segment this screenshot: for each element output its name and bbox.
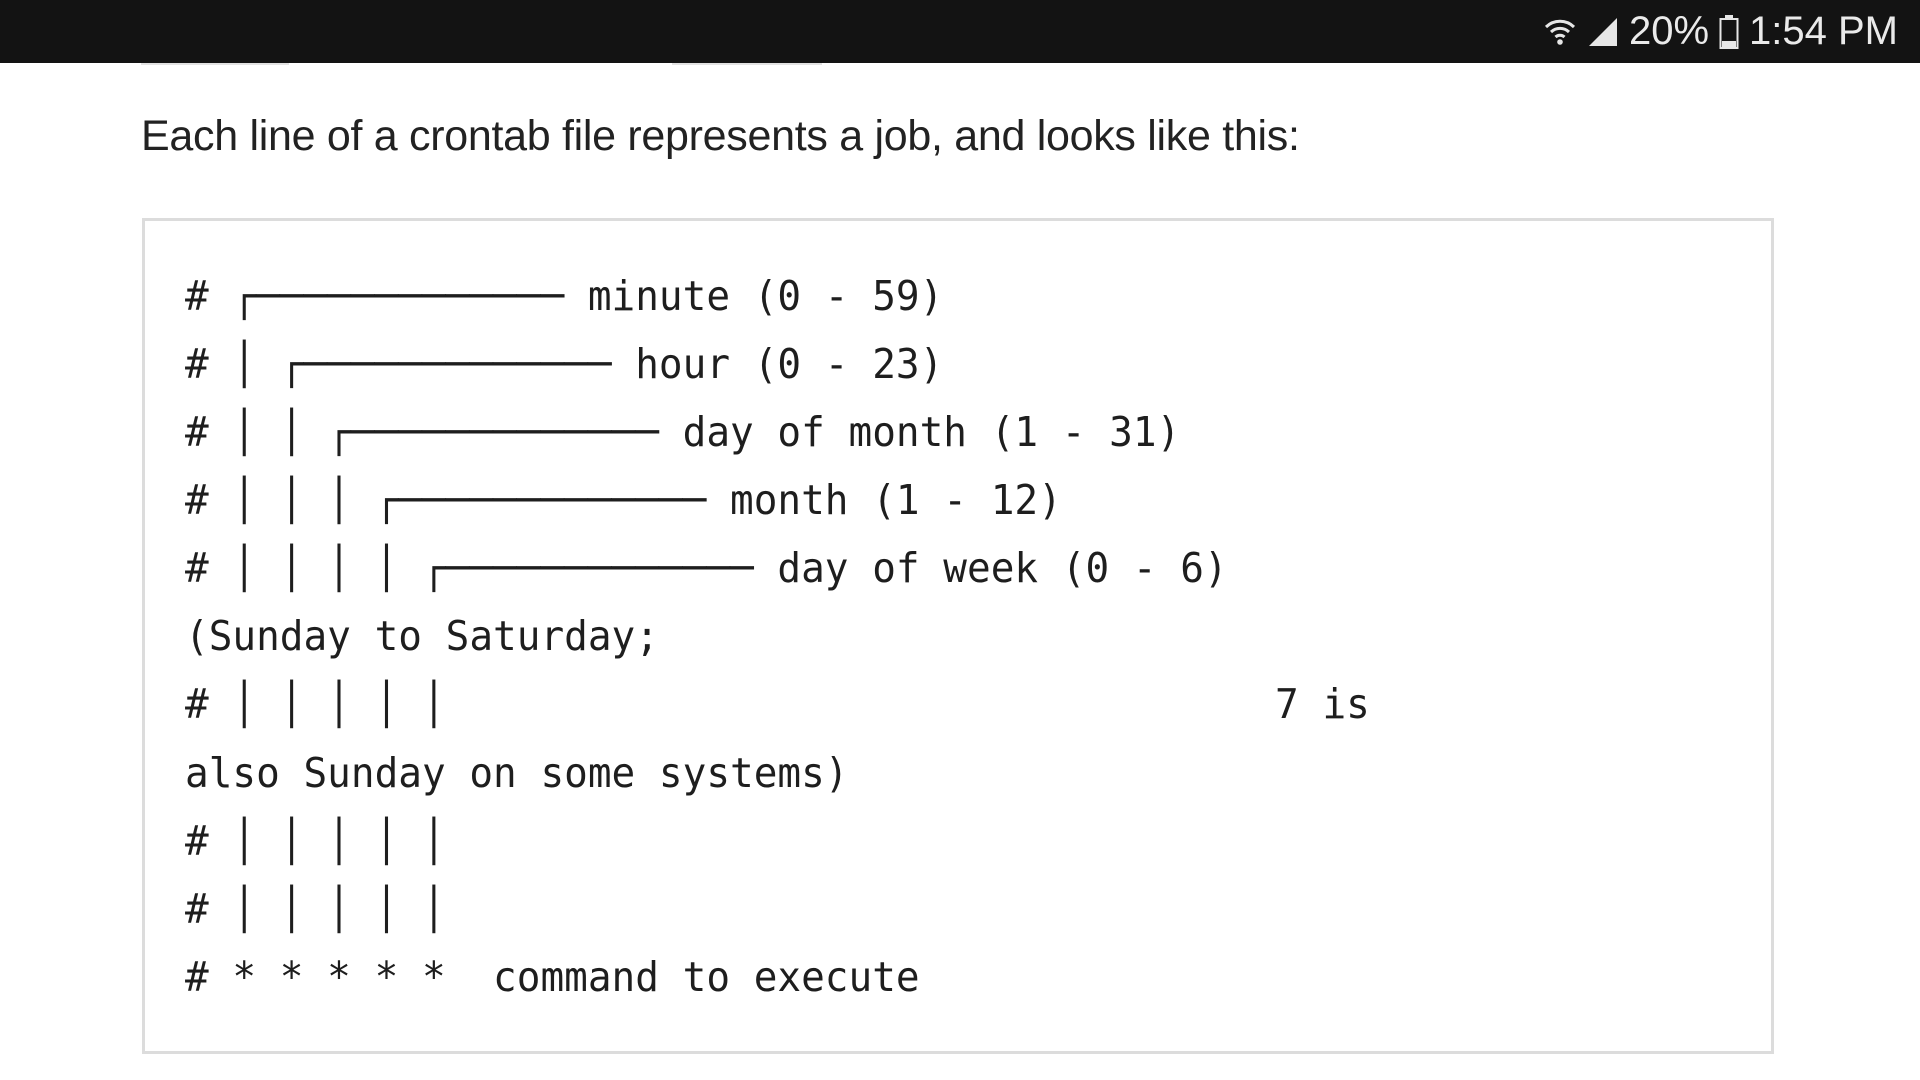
code-line: (Sunday to Saturday; (185, 612, 659, 660)
status-bar: 20% 1:54 PM (0, 0, 1920, 63)
code-line: # │ │ │ ┌───────────── month (1 - 12) (185, 476, 1062, 524)
code-line: # ┌───────────── minute (0 - 59) (185, 272, 944, 320)
battery-icon (1719, 14, 1739, 49)
previous-code-underline (672, 63, 822, 65)
code-line: # │ │ ┌───────────── day of month (1 - 3… (185, 408, 1181, 456)
code-line: # │ │ │ │ ┌───────────── day of week (0 … (185, 544, 1228, 592)
code-line: # │ │ │ │ │ (185, 885, 446, 933)
code-line: # * * * * * command to execute (185, 953, 920, 1001)
code-line: also Sunday on some systems) (185, 749, 849, 797)
code-line: # │ │ │ │ │ (185, 817, 446, 865)
status-indicators: 20% 1:54 PM (1543, 0, 1898, 63)
wifi-icon (1543, 15, 1577, 49)
code-line: # │ ┌───────────── hour (0 - 23) (185, 340, 944, 388)
previous-code-underline (141, 63, 289, 65)
intro-paragraph: Each line of a crontab file represents a… (141, 112, 1300, 160)
code-line: # │ │ │ │ │ 7 is (185, 680, 1370, 728)
battery-percent: 20% (1628, 9, 1710, 53)
signal-icon (1587, 16, 1619, 48)
clock-time: 1:54 PM (1749, 9, 1898, 53)
